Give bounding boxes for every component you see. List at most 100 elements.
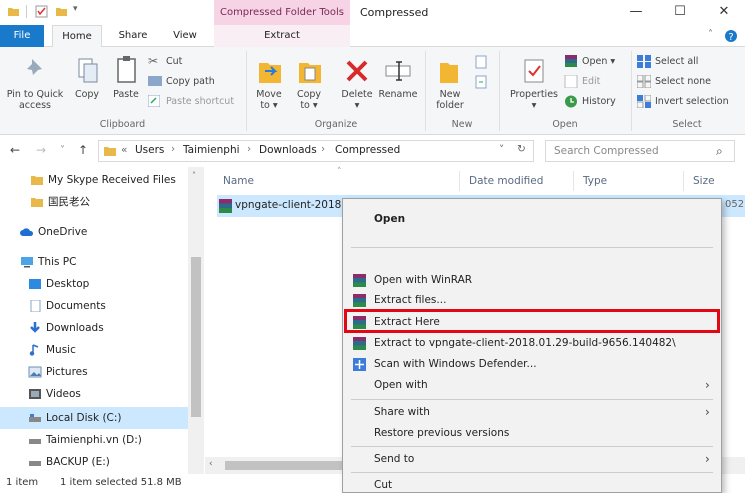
copy-to-label-line1: Copy	[296, 89, 322, 100]
new-folder-icon[interactable]	[55, 5, 68, 18]
scroll-left-arrow[interactable]: ‹	[209, 459, 213, 469]
address-dropdown-button[interactable]: ˅	[499, 144, 504, 156]
title-bar: ▾ Compressed Folder Tools Compressed — ☐…	[0, 0, 745, 25]
menu-item-share-with[interactable]: Share with ›	[343, 402, 721, 423]
breadcrumb-downloads[interactable]: Downloads	[259, 144, 317, 156]
move-to-button[interactable]: Move to ▾	[252, 55, 286, 117]
nav-item-desktop[interactable]: Desktop	[0, 273, 188, 295]
scroll-up-arrow[interactable]: ˄	[192, 171, 196, 180]
menu-item-open-with-winrar[interactable]: Open with WinRAR	[343, 270, 721, 291]
search-input[interactable]: Search Compressed ⌕	[545, 140, 735, 162]
new-folder-icon	[440, 63, 458, 83]
menu-item-extract-to-folder[interactable]: Extract to vpngate-client-2018.01.29-bui…	[343, 333, 721, 354]
tab-extract[interactable]: Extract	[214, 25, 350, 47]
close-button[interactable]: ✕	[704, 0, 744, 25]
copy-path-button[interactable]: Copy path	[148, 73, 228, 91]
nav-item-my-skype-received-files[interactable]: My Skype Received Files	[0, 169, 188, 191]
refresh-button[interactable]: ↻	[517, 143, 526, 155]
delete-button[interactable]: Delete ▾	[338, 55, 376, 117]
ribbon-tabs: File Home Share View Extract ˄ ?	[0, 25, 745, 48]
menu-item-restore-previous-versions[interactable]: Restore previous versions	[343, 423, 721, 444]
select-all-button[interactable]: Select all	[637, 53, 737, 71]
breadcrumb[interactable]: « Users › Taimienphi › Downloads › Compr…	[98, 140, 534, 162]
breadcrumb-users[interactable]: Users	[135, 144, 164, 156]
quick-access-dropdown[interactable]: ▾	[73, 4, 78, 14]
nav-pane-scrollbar[interactable]: ˄	[188, 167, 204, 474]
history-label: History	[582, 96, 616, 107]
open-button[interactable]: Open ▾	[564, 53, 624, 71]
nav-item-local-disk-c[interactable]: Local Disk (C:)	[0, 407, 188, 429]
tab-home[interactable]: Home	[52, 25, 102, 48]
column-divider[interactable]	[573, 171, 574, 191]
tab-file[interactable]: File	[0, 25, 44, 47]
tab-view[interactable]: View	[162, 25, 208, 47]
paste-label: Paste	[113, 89, 139, 100]
nav-item-this-pc[interactable]: This PC	[0, 251, 188, 273]
menu-separator	[351, 399, 713, 400]
paste-button[interactable]: Paste	[108, 55, 144, 115]
forward-button[interactable]: →	[36, 143, 46, 157]
search-icon[interactable]: ⌕	[716, 141, 723, 161]
menu-item-extract-files[interactable]: Extract files...	[343, 290, 721, 311]
pin-to-quick-access-button[interactable]: Pin to Quick access	[2, 55, 68, 115]
nav-item-documents[interactable]: Documents	[0, 295, 188, 317]
column-header-name[interactable]: Name	[223, 175, 254, 187]
history-button[interactable]: History	[564, 93, 628, 111]
minimize-button[interactable]: —	[616, 0, 656, 25]
menu-item-label: Restore previous versions	[374, 427, 510, 439]
properties-check-icon[interactable]	[35, 5, 48, 18]
nav-item-downloads[interactable]: Downloads	[0, 317, 188, 339]
menu-item-scan-with-defender[interactable]: Scan with Windows Defender...	[343, 354, 721, 375]
properties-icon	[524, 59, 544, 83]
copy-button[interactable]: Copy	[70, 55, 104, 115]
collapse-ribbon-icon[interactable]: ˄	[708, 29, 713, 40]
nav-item-music[interactable]: Music	[0, 339, 188, 361]
menu-item-send-to[interactable]: Send to ›	[343, 449, 721, 470]
nav-item-folder-cn[interactable]: 国民老公	[0, 191, 188, 213]
up-button[interactable]: ↑	[78, 143, 88, 157]
documents-icon	[30, 300, 41, 312]
delete-x-icon	[346, 60, 368, 82]
tab-share[interactable]: Share	[110, 25, 156, 47]
menu-item-open[interactable]: Open	[343, 209, 721, 230]
menu-item-cut[interactable]: Cut	[343, 475, 721, 493]
breadcrumb-taimienphi[interactable]: Taimienphi	[183, 144, 240, 156]
column-header-size[interactable]: Size	[693, 175, 715, 187]
nav-item-taimienphi-d[interactable]: Taimienphi.vn (D:)	[0, 429, 188, 451]
properties-button[interactable]: Properties ▾	[506, 55, 562, 117]
folder-icon	[31, 198, 43, 207]
scissors-icon: ✂	[148, 54, 159, 68]
nav-item-pictures[interactable]: Pictures	[0, 361, 188, 383]
maximize-button[interactable]: ☐	[660, 0, 700, 25]
delete-label-line2: ▾	[354, 100, 360, 111]
new-folder-button[interactable]: New folder	[430, 55, 470, 117]
column-divider[interactable]	[683, 171, 684, 191]
select-none-button[interactable]: Select none	[637, 73, 737, 91]
rename-button[interactable]: Rename	[378, 55, 418, 117]
invert-selection-button[interactable]: Invert selection	[637, 93, 743, 111]
edit-button[interactable]: Edit	[564, 73, 624, 91]
column-header-type[interactable]: Type	[583, 175, 607, 187]
breadcrumb-overflow[interactable]: «	[121, 144, 127, 156]
nav-item-backup-e[interactable]: BACKUP (E:)	[0, 451, 188, 473]
scroll-thumb[interactable]	[225, 461, 345, 470]
menu-item-label: Extract to vpngate-client-2018.01.29-bui…	[374, 337, 676, 349]
cut-button[interactable]: ✂ Cut	[148, 53, 218, 71]
help-icon[interactable]: ?	[724, 29, 738, 43]
menu-item-open-with[interactable]: Open with ›	[343, 375, 721, 396]
menu-item-label: Open	[374, 213, 406, 225]
scroll-thumb[interactable]	[191, 257, 201, 417]
new-item-icon[interactable]	[474, 55, 488, 69]
easy-access-icon[interactable]	[474, 75, 488, 89]
column-header-date-modified[interactable]: Date modified	[469, 175, 543, 187]
nav-item-onedrive[interactable]: OneDrive	[0, 221, 188, 243]
breadcrumb-compressed[interactable]: Compressed	[335, 144, 400, 156]
column-divider[interactable]	[459, 171, 460, 191]
sort-indicator: ˄	[337, 167, 342, 177]
copy-to-button[interactable]: Copy to ▾	[292, 55, 326, 117]
recent-locations-button[interactable]: ˅	[60, 145, 65, 156]
menu-item-label: Scan with Windows Defender...	[374, 358, 537, 370]
paste-shortcut-button[interactable]: Paste shortcut	[148, 93, 238, 111]
nav-item-videos[interactable]: Videos	[0, 383, 188, 405]
back-button[interactable]: ←	[10, 143, 20, 157]
